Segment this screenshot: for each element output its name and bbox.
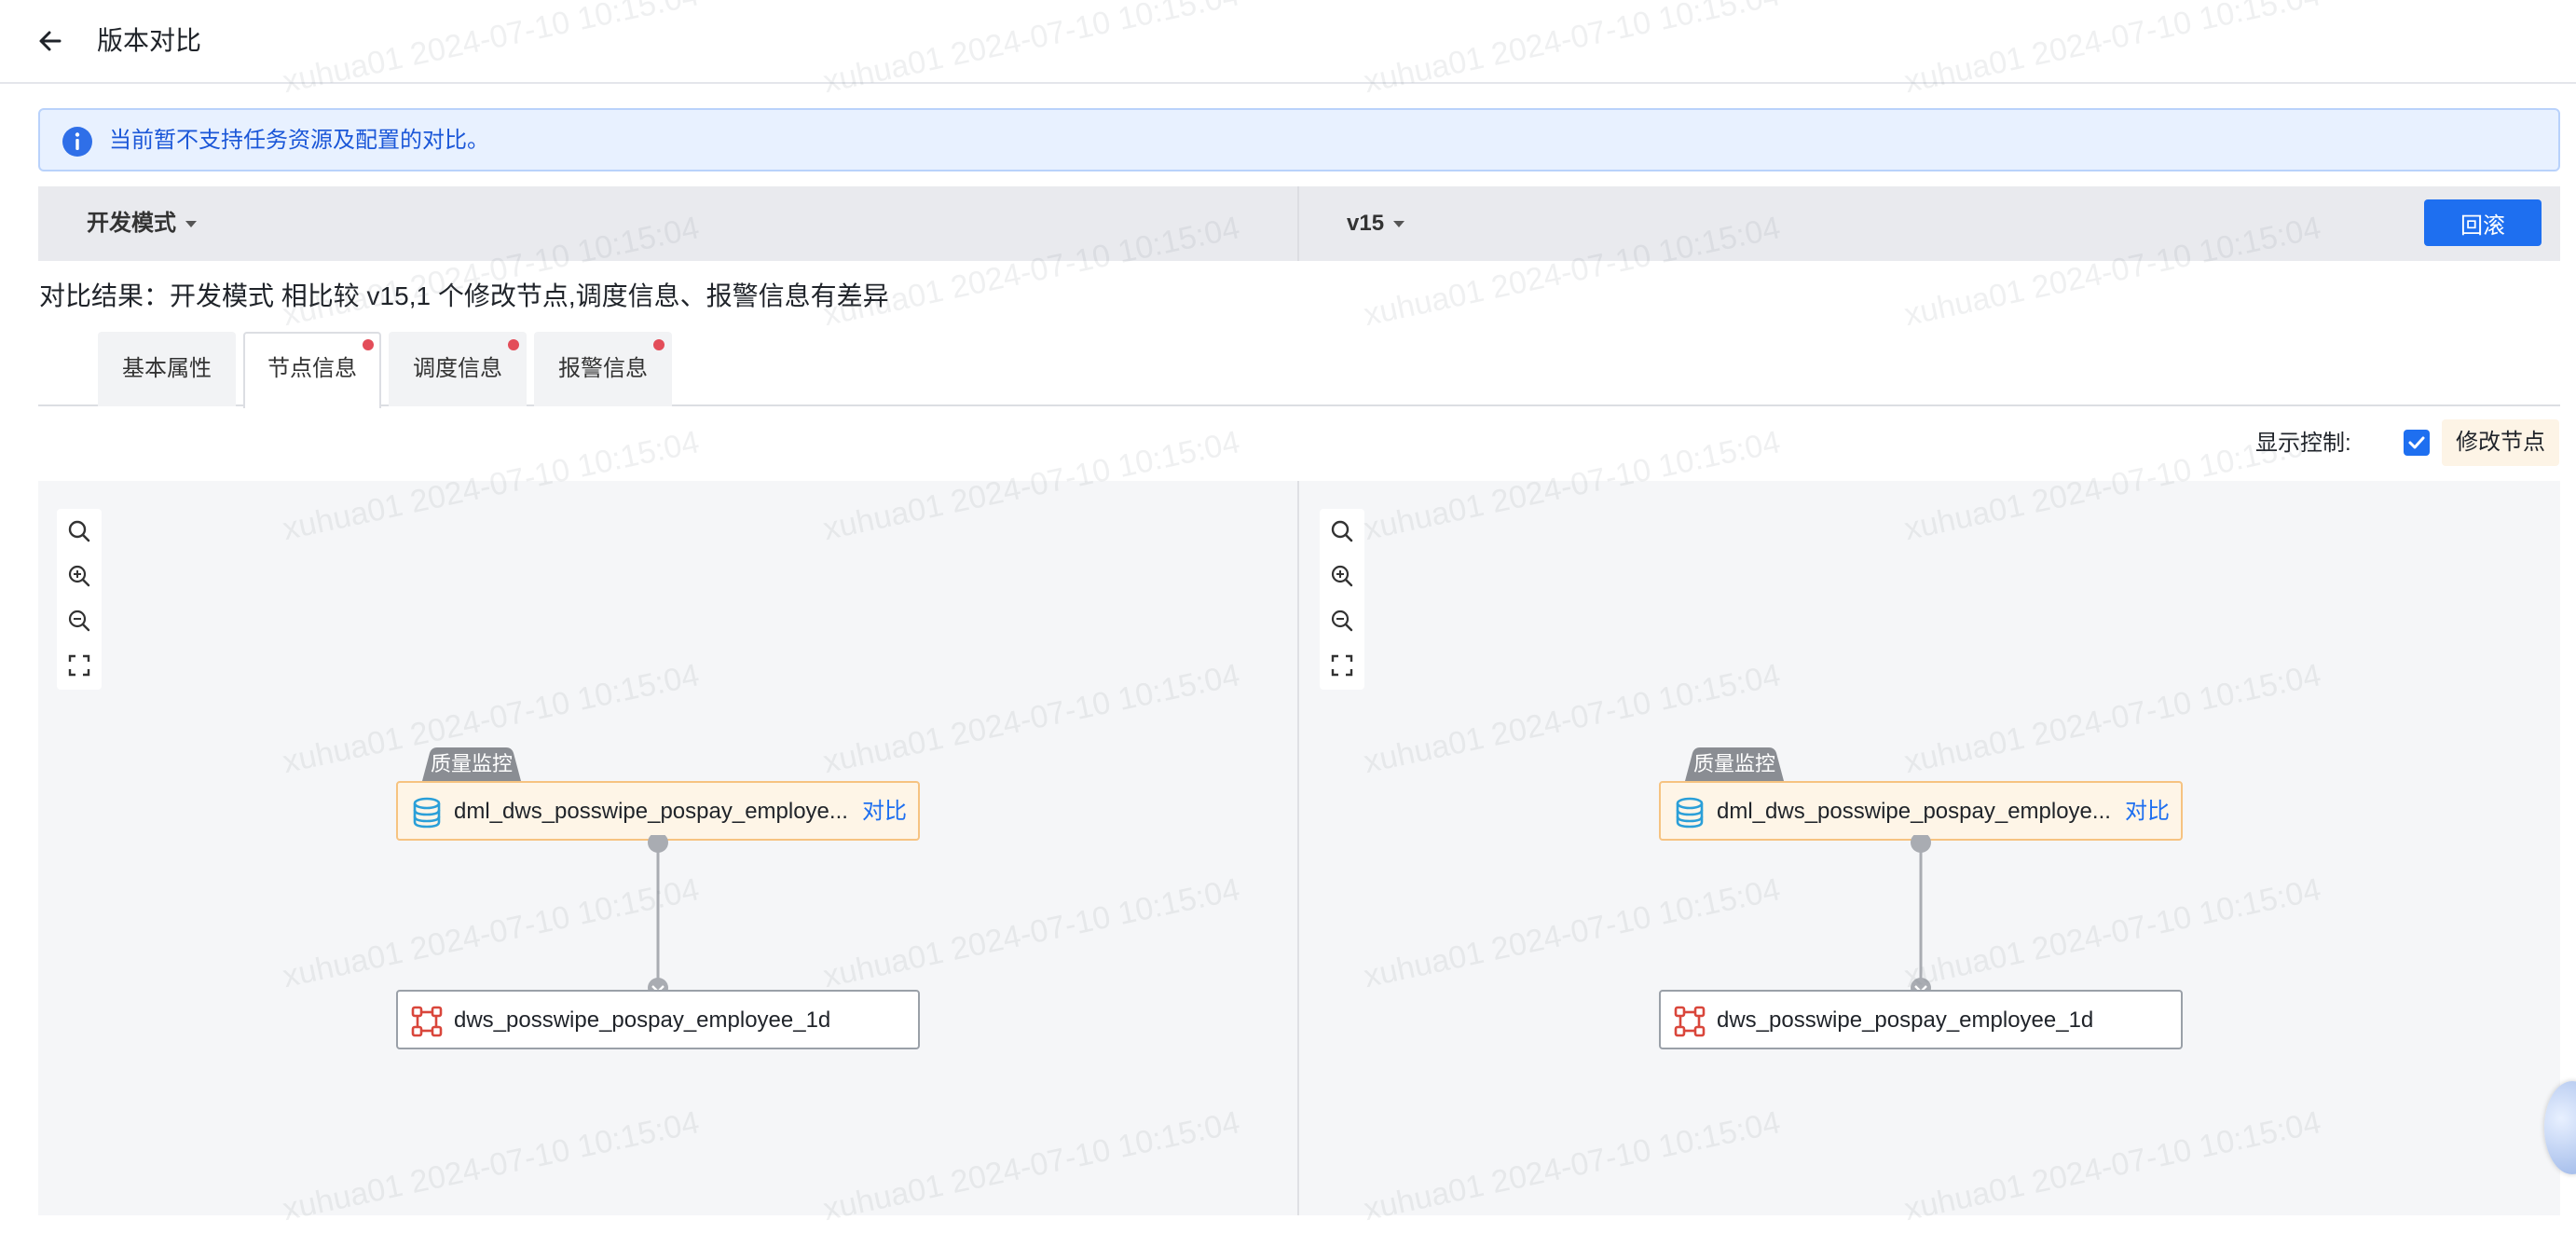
database-icon xyxy=(1676,797,1704,829)
dependency-edge xyxy=(1911,835,1931,998)
tab-node-info[interactable]: 节点信息 xyxy=(243,332,381,408)
caret-down-icon xyxy=(185,220,197,227)
zoom-in-icon[interactable] xyxy=(1327,561,1357,591)
modified-nodes-checkbox[interactable] xyxy=(2404,430,2430,456)
caret-down-icon xyxy=(1393,220,1405,227)
left-graph-toolbar xyxy=(57,509,102,690)
fullscreen-icon[interactable] xyxy=(64,651,94,680)
quality-monitor-tag: 质量监控 xyxy=(413,747,530,781)
tab-basic-properties[interactable]: 基本属性 xyxy=(98,332,236,406)
search-icon[interactable] xyxy=(1327,516,1357,546)
tab-alarm-info[interactable]: 报警信息 xyxy=(534,332,672,406)
tab-label: 节点信息 xyxy=(267,356,357,381)
zoom-out-icon[interactable] xyxy=(1327,606,1357,636)
zoom-out-icon[interactable] xyxy=(64,606,94,636)
zoom-in-icon[interactable] xyxy=(64,561,94,591)
info-banner-text: 当前暂不支持任务资源及配置的对比。 xyxy=(109,128,489,153)
node-name: dws_posswipe_pospay_employee_1d xyxy=(1717,1007,2094,1033)
node-name: dws_posswipe_pospay_employee_1d xyxy=(454,1007,831,1033)
tab-label: 基本属性 xyxy=(122,356,212,381)
left-version-label: 开发模式 xyxy=(87,211,176,236)
info-icon xyxy=(62,127,92,157)
left-dag-graph: 质量监控 dml_dws_posswipe_pospay_employe... … xyxy=(396,481,955,1215)
left-version-select[interactable]: 开发模式 xyxy=(87,207,197,240)
page-title: 版本对比 xyxy=(97,26,202,55)
compare-link[interactable]: 对比 xyxy=(2125,796,2170,828)
version-bar: 开发模式 v15 回滚 xyxy=(38,186,2560,261)
downstream-node[interactable]: dws_posswipe_pospay_employee_1d xyxy=(1659,990,2183,1049)
display-control-label: 显示控制: xyxy=(2255,431,2351,456)
downstream-node[interactable]: dws_posswipe_pospay_employee_1d xyxy=(396,990,920,1049)
dependency-edge xyxy=(648,835,668,998)
modified-nodes-tag[interactable]: 修改节点 xyxy=(2442,419,2559,466)
tab-schedule-info[interactable]: 调度信息 xyxy=(389,332,527,406)
compare-result-text: 对比结果：开发模式 相比较 v15,1 个修改节点,调度信息、报警信息有差异 xyxy=(39,281,889,310)
right-version-select[interactable]: v15 xyxy=(1347,207,1405,240)
changed-dot-badge xyxy=(508,339,519,350)
quality-monitor-tag: 质量监控 xyxy=(1676,747,1793,781)
right-version-label: v15 xyxy=(1347,211,1385,236)
canvas-divider xyxy=(1297,481,1299,1215)
search-icon[interactable] xyxy=(64,516,94,546)
node-graph-icon xyxy=(1674,1006,1706,1037)
fullscreen-icon[interactable] xyxy=(1327,651,1357,680)
quality-monitor-label: 质量监控 xyxy=(1692,752,1775,775)
node-name: dml_dws_posswipe_pospay_employe... xyxy=(454,799,848,824)
back-arrow-icon[interactable] xyxy=(32,22,69,60)
changed-dot-badge xyxy=(653,339,665,350)
node-name: dml_dws_posswipe_pospay_employe... xyxy=(1717,799,2111,824)
checkmark-icon xyxy=(2408,436,2425,449)
detail-tabs: 基本属性 节点信息 调度信息 报警信息 xyxy=(38,332,2560,408)
node-graph-icon xyxy=(411,1006,443,1037)
modified-node[interactable]: dml_dws_posswipe_pospay_employe... 对比 xyxy=(1659,781,2183,841)
right-dag-graph: 质量监控 dml_dws_posswipe_pospay_employe... … xyxy=(1659,481,2218,1215)
right-graph-toolbar xyxy=(1320,509,1364,690)
rollback-button[interactable]: 回滚 xyxy=(2424,199,2542,246)
modified-node[interactable]: dml_dws_posswipe_pospay_employe... 对比 xyxy=(396,781,920,841)
database-icon xyxy=(413,797,441,829)
version-bar-divider xyxy=(1297,186,1299,261)
compare-link[interactable]: 对比 xyxy=(862,796,907,828)
tab-label: 报警信息 xyxy=(558,356,648,381)
changed-dot-badge xyxy=(363,339,374,350)
tab-label: 调度信息 xyxy=(413,356,502,381)
graph-canvas-area: 质量监控 dml_dws_posswipe_pospay_employe... … xyxy=(38,481,2560,1215)
quality-monitor-label: 质量监控 xyxy=(430,752,513,775)
info-banner: 当前暂不支持任务资源及配置的对比。 xyxy=(38,108,2560,171)
page-header: 版本对比 xyxy=(0,0,2576,84)
